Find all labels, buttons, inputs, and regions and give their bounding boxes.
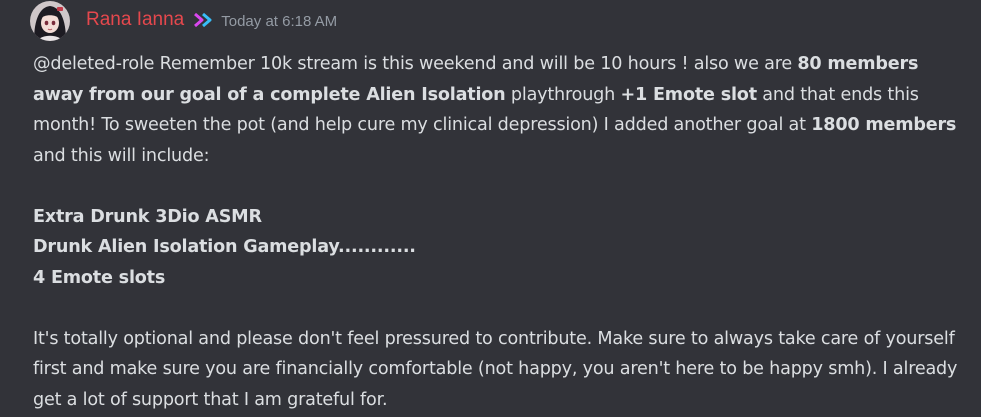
- goal-list: Extra Drunk 3Dio ASMR Drunk Alien Isolat…: [33, 202, 968, 294]
- bold-text: +1 Emote slot: [620, 84, 757, 105]
- message-paragraph: It's totally optional and please don't f…: [33, 328, 958, 410]
- line-break: [33, 293, 968, 324]
- chat-message: Rana Ianna Today at 6:18 AM @deleted-rol…: [0, 0, 981, 417]
- goal-item: Extra Drunk 3Dio ASMR: [33, 206, 262, 227]
- message-paragraph: @deleted-role Remember 10k stream is thi…: [33, 49, 968, 171]
- role-mention: @deleted-role Remember 10k stream is thi…: [33, 54, 798, 74]
- goal-item: Drunk Alien Isolation Gameplay..........…: [33, 237, 416, 257]
- goal-item: 4 Emote slots: [33, 267, 166, 288]
- double-chevron-icon: [193, 12, 213, 28]
- message-text: playthrough: [505, 84, 621, 105]
- message-timestamp[interactable]: Today at 6:18 AM: [221, 13, 337, 30]
- username[interactable]: Rana Ianna: [86, 9, 184, 31]
- line-break: [33, 171, 968, 202]
- message-text: and this will include:: [33, 145, 210, 166]
- bold-text: 1800 members: [811, 115, 957, 135]
- message-header: Rana Ianna Today at 6:18 AM: [86, 6, 337, 34]
- message-content: @deleted-role Remember 10k stream is thi…: [33, 49, 968, 415]
- user-avatar-icon[interactable]: [30, 1, 70, 41]
